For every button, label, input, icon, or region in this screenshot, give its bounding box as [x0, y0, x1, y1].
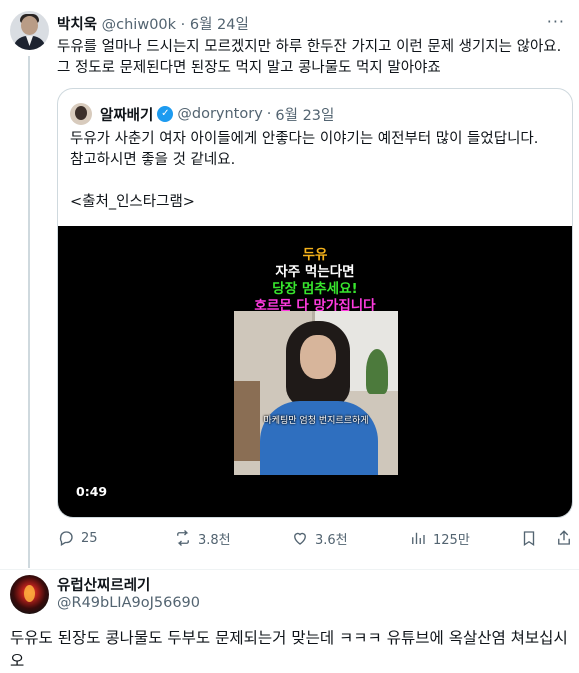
author-handle[interactable]: @chiw00k — [102, 17, 176, 33]
views-chart-icon — [412, 532, 425, 544]
author-handle[interactable]: @R49bLIA9oJ56690 — [57, 595, 200, 611]
video-caption: 당장 멈추세요! — [272, 281, 358, 297]
divider — [0, 569, 579, 570]
reply-icon — [59, 531, 73, 546]
action-bar: 25 3.8천 3.6천 125만 — [57, 527, 573, 551]
view-count: 125만 — [433, 532, 470, 548]
like-count: 3.6천 — [315, 532, 348, 548]
retweet-button[interactable]: 3.8천 — [174, 527, 231, 549]
more-options-icon[interactable]: ··· — [547, 12, 565, 31]
video-caption: 두유 — [302, 247, 328, 263]
quote-date[interactable]: 6월 23일 — [275, 104, 334, 125]
tweet-text: 두유도 된장도 콩나물도 두부도 문제되는거 맞는데 ㅋㅋㅋ 유튜브에 옥살산염… — [10, 629, 568, 670]
video-duration: 0:49 — [76, 484, 108, 499]
quote-author-name[interactable]: 알짜배기 — [100, 104, 153, 125]
quote-author-handle[interactable]: @doryntory — [177, 106, 262, 122]
retweet-count: 3.8천 — [198, 532, 231, 548]
tweet-text: 두유를 얼마나 드시는지 모르겠지만 하루 한두잔 가지고 이런 문제 생기지는… — [57, 39, 562, 76]
share-icon — [558, 530, 570, 545]
bookmark-button[interactable] — [520, 527, 538, 549]
views-button[interactable]: 125만 — [409, 527, 470, 549]
tweet-header: 박치욱 @chiw00k · 6월 24일 — [57, 13, 249, 34]
separator: · — [180, 17, 186, 33]
quoted-tweet[interactable]: 알짜배기 ✓ @doryntory · 6월 23일 두유가 사춘기 여자 아이… — [57, 88, 573, 518]
quote-text: 두유가 사춘기 여자 아이들에게 안좋다는 이야기는 예전부터 많이 들었답니다… — [70, 131, 539, 210]
author-name[interactable]: 유럽산찌르레기 — [57, 574, 150, 595]
video-player[interactable]: 두유 자주 먹는다면 당장 멈추세요! 호르몬 다 망가집니다 마케팅만 엄청 … — [58, 226, 572, 517]
bookmark-icon — [523, 531, 535, 547]
reply-count: 25 — [81, 530, 98, 546]
like-button[interactable]: 3.6천 — [291, 527, 348, 549]
thread-line — [28, 56, 30, 568]
author-name[interactable]: 박치욱 — [57, 17, 97, 33]
reply-button[interactable]: 25 — [57, 527, 98, 549]
retweet-icon — [177, 530, 189, 546]
video-caption: 자주 먹는다면 — [275, 264, 355, 280]
avatar[interactable] — [10, 11, 49, 50]
tweet-date[interactable]: 6월 24일 — [190, 17, 249, 33]
heart-icon — [294, 532, 306, 545]
verified-badge-icon: ✓ — [157, 106, 174, 122]
video-frame: 마케팅만 엄청 번지르르하게 — [234, 311, 398, 475]
quote-header: 알짜배기 ✓ @doryntory · 6월 23일 — [70, 103, 334, 125]
video-subtitle: 마케팅만 엄청 번지르르하게 — [263, 416, 369, 426]
avatar[interactable] — [10, 575, 49, 614]
share-button[interactable] — [555, 527, 573, 549]
quote-avatar[interactable] — [70, 103, 92, 125]
separator: · — [266, 106, 272, 122]
